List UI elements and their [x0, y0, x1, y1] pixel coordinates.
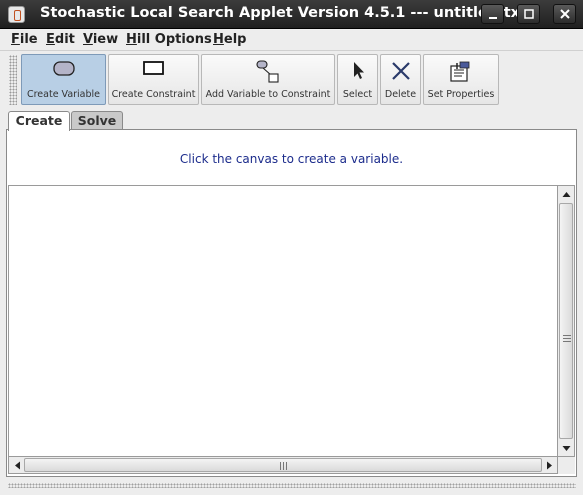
- scroll-down-arrow-icon[interactable]: [559, 441, 574, 456]
- create-constraint-button[interactable]: Create Constraint: [108, 54, 199, 105]
- tab-content-panel: Click the canvas to create a variable.: [6, 129, 577, 477]
- bottom-status-grip: [8, 483, 576, 488]
- status-message: Click the canvas to create a variable.: [179, 152, 404, 166]
- scroll-right-arrow-icon[interactable]: [542, 458, 557, 473]
- scroll-corner: [558, 457, 575, 474]
- close-icon: [560, 9, 570, 19]
- create-variable-label: Create Variable: [26, 89, 101, 100]
- tab-solve[interactable]: Solve: [71, 111, 123, 130]
- tab-strip: Create Solve: [0, 108, 583, 131]
- menu-view[interactable]: View: [83, 32, 118, 47]
- connect-icon: [256, 60, 279, 83]
- scroll-left-arrow-icon[interactable]: [10, 458, 25, 473]
- select-button[interactable]: Select: [337, 54, 378, 105]
- horizontal-scrollbar[interactable]: [8, 457, 558, 474]
- maximize-button[interactable]: [517, 4, 540, 24]
- menu-hill-options[interactable]: Hill Options: [126, 32, 212, 47]
- properties-icon: [450, 61, 470, 82]
- close-button[interactable]: [553, 4, 576, 24]
- toolbar: Create Variable Create Constraint Add Va…: [0, 50, 583, 108]
- tab-create[interactable]: Create: [8, 111, 70, 131]
- pointer-icon: [353, 62, 364, 79]
- ellipse-icon: [52, 61, 75, 76]
- horizontal-scroll-thumb[interactable]: [24, 458, 542, 472]
- delete-label: Delete: [384, 89, 417, 100]
- menu-help[interactable]: Help: [213, 32, 246, 47]
- toolbar-grip[interactable]: [9, 55, 17, 105]
- select-label: Select: [342, 89, 373, 100]
- menu-edit[interactable]: Edit: [46, 32, 75, 47]
- set-properties-label: Set Properties: [427, 89, 495, 100]
- drawing-canvas[interactable]: [8, 185, 558, 457]
- add-variable-to-constraint-label: Add Variable to Constraint: [205, 89, 331, 100]
- maximize-icon: [524, 9, 534, 19]
- minimize-button[interactable]: [481, 4, 504, 24]
- add-variable-to-constraint-button[interactable]: Add Variable to Constraint: [201, 54, 335, 105]
- delete-button[interactable]: Delete: [380, 54, 421, 105]
- delete-x-icon: [391, 62, 410, 80]
- minimize-icon: [489, 17, 497, 19]
- title-bar[interactable]: Stochastic Local Search Applet Version 4…: [0, 0, 583, 29]
- menu-bar: File Edit View Hill Options Help: [0, 29, 583, 50]
- java-cup-icon[interactable]: [8, 6, 25, 23]
- create-variable-button[interactable]: Create Variable: [21, 54, 106, 105]
- vertical-scrollbar[interactable]: [558, 185, 575, 457]
- rectangle-icon: [142, 61, 164, 75]
- window-title: Stochastic Local Search Applet Version 4…: [40, 5, 527, 21]
- scroll-up-arrow-icon[interactable]: [559, 187, 574, 202]
- vertical-scroll-thumb[interactable]: [559, 203, 573, 439]
- menu-file[interactable]: File: [11, 32, 38, 47]
- set-properties-button[interactable]: Set Properties: [423, 54, 499, 105]
- create-constraint-label: Create Constraint: [111, 89, 196, 100]
